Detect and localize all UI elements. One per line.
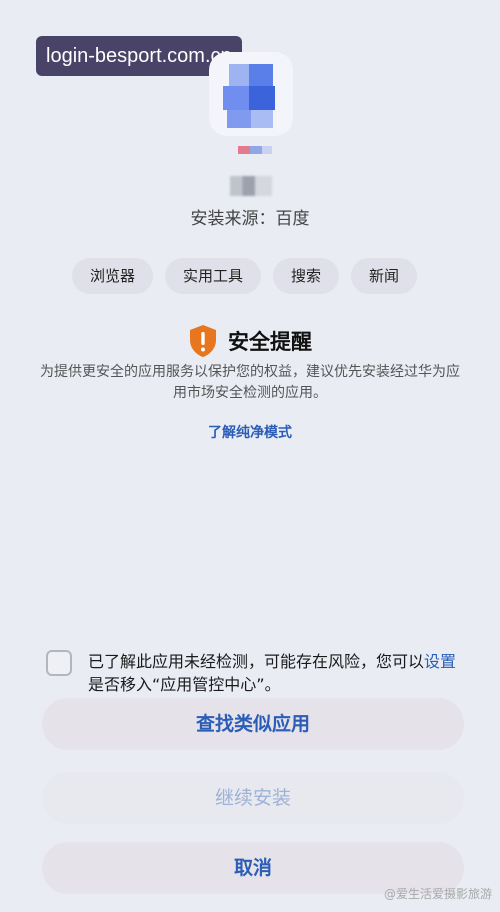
- tag-news: 新闻: [351, 258, 418, 294]
- icon-label-strip: [238, 146, 272, 154]
- consent-text-before: 已了解此应用未经检测，可能存在风险，您可以: [88, 652, 425, 671]
- consent-text-after: 是否移入“应用管控中心”。: [88, 675, 281, 694]
- settings-link[interactable]: 设置: [424, 652, 456, 671]
- icon-pixel: [227, 110, 251, 128]
- icon-pixel: [229, 64, 249, 86]
- icon-pixel: [251, 110, 273, 128]
- install-source: 安装来源：百度: [190, 209, 310, 229]
- security-description: 为提供更安全的应用服务以保护您的权益，建议优先安装经过华为应用市场安全检测的应用…: [40, 364, 460, 401]
- tag-browser: 浏览器: [72, 258, 154, 294]
- security-title: 安全提醒: [228, 330, 312, 354]
- risk-consent-text: 已了解此应用未经检测，可能存在风险，您可以设置是否移入“应用管控中心”。: [88, 650, 468, 696]
- security-warning-header: 安全提醒: [0, 324, 500, 358]
- learn-pure-mode-link[interactable]: 了解纯净模式: [0, 422, 500, 442]
- icon-pixel: [249, 86, 275, 110]
- watermark: @爱生活爱摄影旅游: [383, 887, 492, 901]
- risk-consent-checkbox[interactable]: [46, 650, 72, 676]
- continue-install-button[interactable]: 继续安装: [42, 772, 464, 824]
- app-icon: [209, 52, 293, 136]
- icon-pixel: [223, 86, 249, 110]
- tag-list: 浏览器 实用工具 搜索 新闻: [72, 258, 418, 294]
- shield-warning-icon: [190, 325, 216, 357]
- tag-utilities: 实用工具: [165, 258, 262, 294]
- app-name-blurred: [230, 176, 272, 196]
- icon-pixel: [249, 64, 273, 86]
- tag-search: 搜索: [273, 258, 340, 294]
- find-similar-app-button[interactable]: 查找类似应用: [42, 698, 464, 750]
